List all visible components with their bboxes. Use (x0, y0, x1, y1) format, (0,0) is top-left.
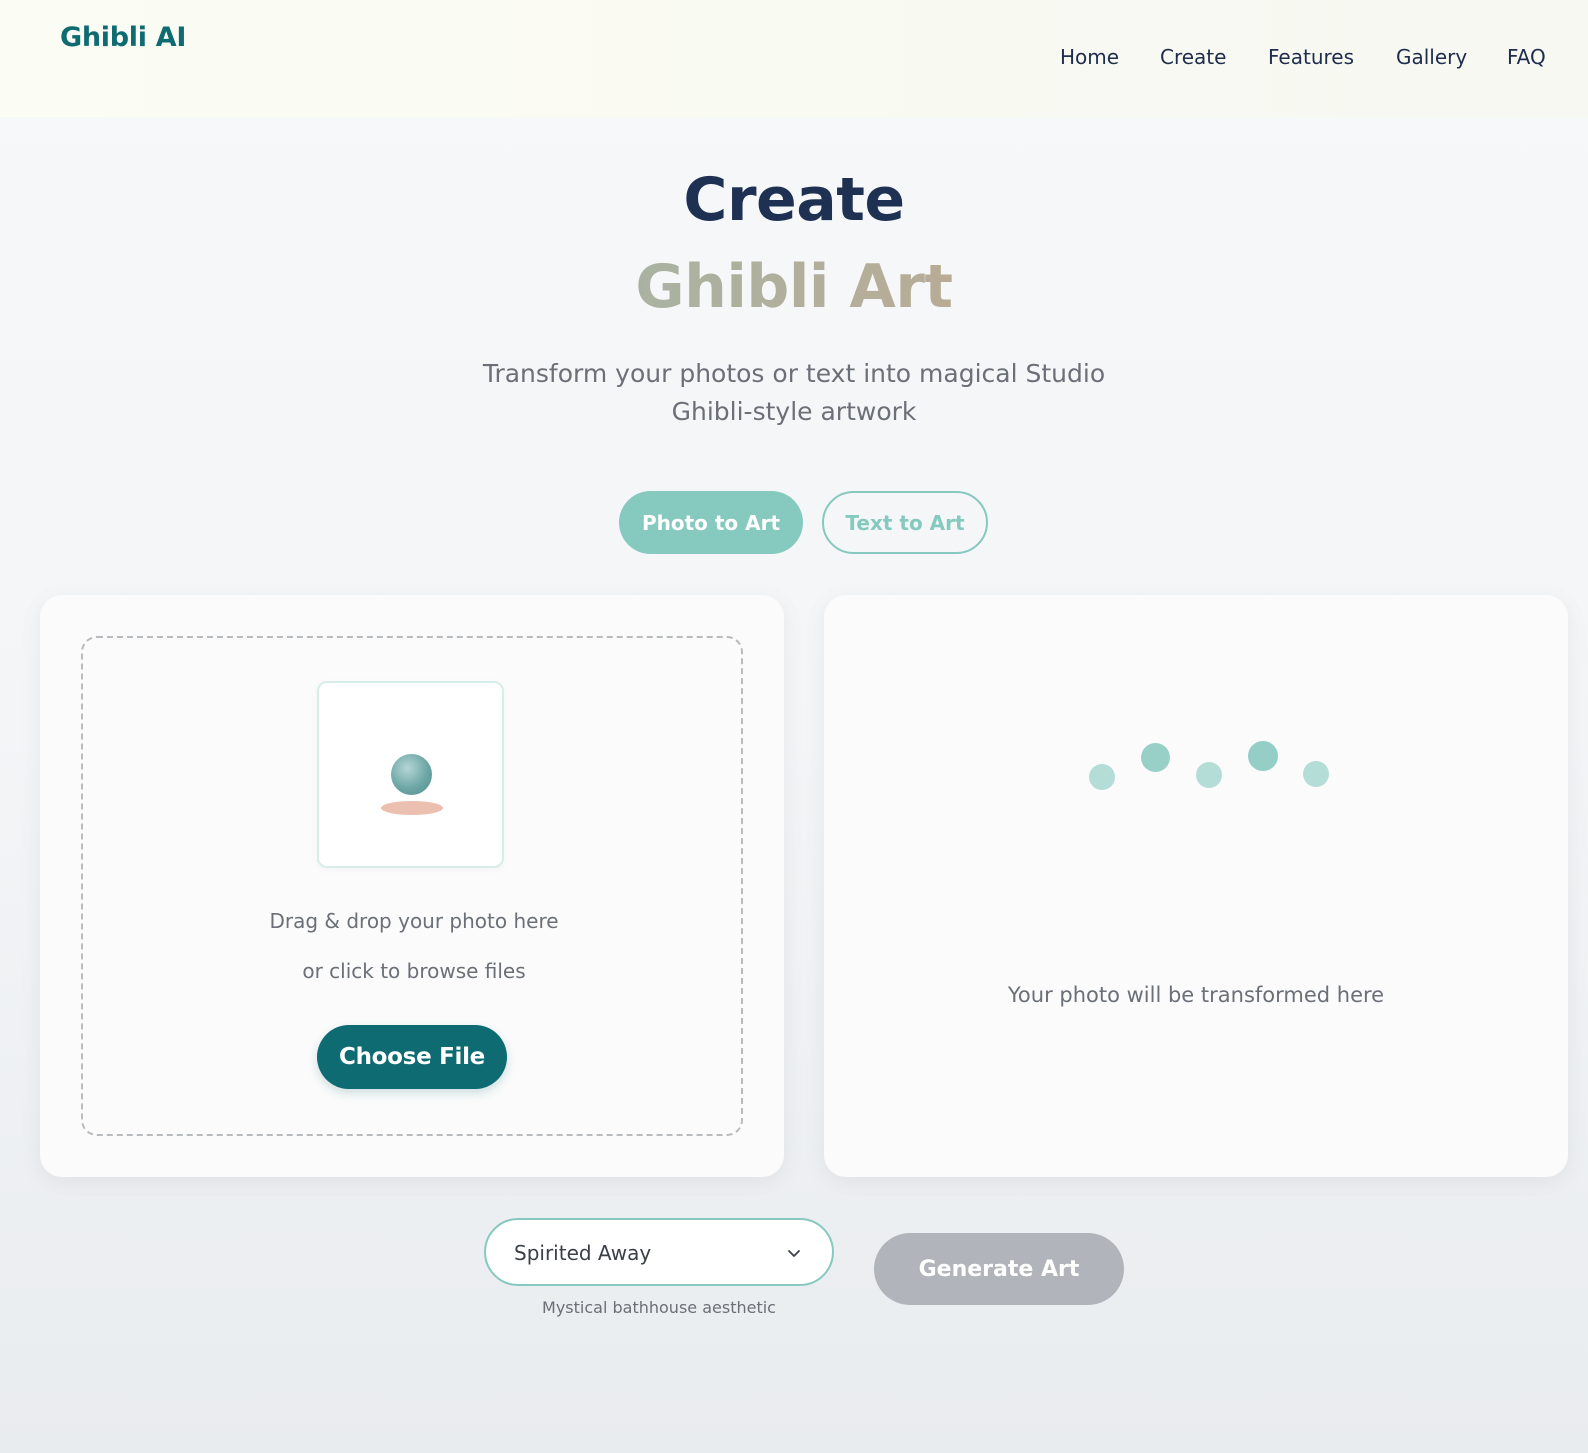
chevron-down-icon (788, 1250, 800, 1257)
style-description: Mystical bathhouse aesthetic (542, 1298, 776, 1317)
tab-photo-to-art[interactable]: Photo to Art (619, 491, 803, 554)
drag-drop-text: Drag & drop your photo here (269, 909, 559, 933)
style-select[interactable]: Spirited Away (484, 1218, 834, 1286)
dropzone[interactable]: Drag & drop your photo here or click to … (81, 636, 743, 1136)
generate-art-button[interactable]: Generate Art (874, 1233, 1124, 1305)
nav-faq[interactable]: FAQ (1507, 45, 1546, 69)
page-description: Transform your photos or text into magic… (482, 359, 1106, 426)
upload-illustration (317, 681, 504, 868)
nav-gallery[interactable]: Gallery (1396, 45, 1467, 69)
site-header: Ghibli AI Home Create Features Gallery F… (0, 0, 1588, 117)
browse-text: or click to browse files (302, 959, 526, 983)
loading-dot (1141, 743, 1170, 772)
loading-dot (1248, 741, 1278, 771)
main-nav: Home Create Features Gallery FAQ (0, 45, 1588, 75)
loading-dot (1089, 764, 1115, 790)
result-panel: Your photo will be transformed here (824, 595, 1568, 1177)
upload-panel: Drag & drop your photo here or click to … (40, 595, 784, 1177)
nav-home[interactable]: Home (1060, 45, 1119, 69)
loading-dot (1196, 762, 1222, 788)
choose-file-button[interactable]: Choose File (317, 1025, 507, 1089)
nav-create[interactable]: Create (1160, 45, 1226, 69)
orb-icon (391, 754, 432, 795)
page-subtitle-text: Ghibli Art (635, 252, 953, 322)
loading-dot (1303, 761, 1329, 787)
orb-shadow (381, 801, 443, 815)
style-select-value: Spirited Away (514, 1241, 652, 1265)
nav-features[interactable]: Features (1268, 45, 1354, 69)
result-placeholder-text: Your photo will be transformed here (1007, 983, 1385, 1007)
tab-text-to-art[interactable]: Text to Art (822, 491, 988, 554)
page-title: Create (683, 165, 905, 235)
page-subtitle: Ghibli Art (0, 252, 1588, 322)
